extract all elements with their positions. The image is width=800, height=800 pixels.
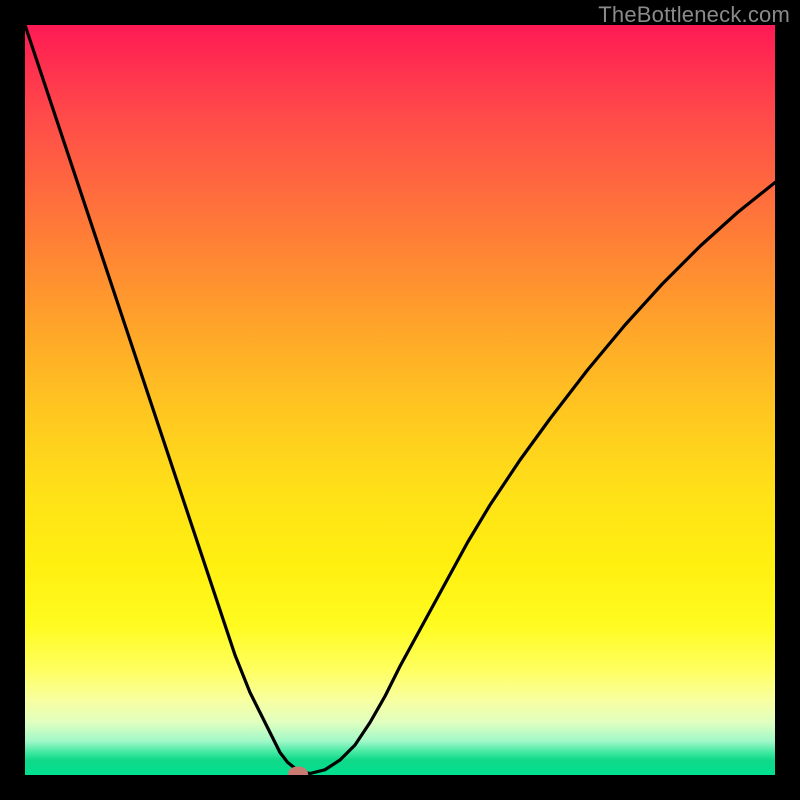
chart-plot-area bbox=[25, 25, 775, 775]
bottleneck-curve bbox=[25, 25, 775, 774]
minimum-marker bbox=[288, 767, 308, 776]
chart-frame: TheBottleneck.com bbox=[0, 0, 800, 800]
watermark-text: TheBottleneck.com bbox=[598, 2, 790, 28]
chart-svg bbox=[25, 25, 775, 775]
